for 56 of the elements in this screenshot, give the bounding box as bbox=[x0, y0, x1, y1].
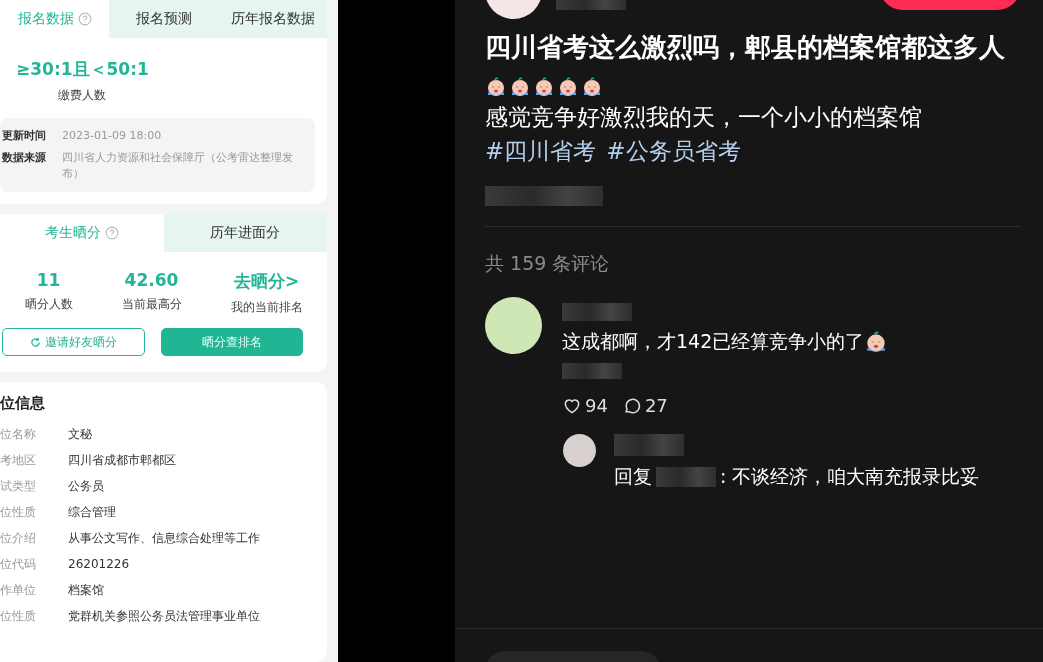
avatar[interactable] bbox=[563, 434, 596, 467]
crying-face-icon bbox=[509, 76, 531, 98]
field-label: 位代码 bbox=[0, 556, 37, 573]
stat-label: 缴费人数 bbox=[58, 87, 107, 104]
avatar[interactable] bbox=[485, 297, 542, 354]
stat-value: 11 bbox=[36, 270, 61, 290]
hashtag-link[interactable]: #四川省考 bbox=[485, 134, 597, 168]
like-button[interactable]: 94 bbox=[562, 395, 608, 416]
stat-label: 晒分人数 bbox=[24, 296, 73, 313]
field-label: 位名称 bbox=[0, 426, 37, 443]
field-value: 四川省成都市郫都区 bbox=[68, 452, 176, 469]
comment-text: 这成都啊，才142已经算竞争小的了 bbox=[562, 329, 889, 355]
reply-text: 回复 : 不谈经济，咱大南充报录比妥 bbox=[614, 464, 980, 489]
stat-value: 42.60 bbox=[124, 270, 179, 290]
field-label: 位性质 bbox=[0, 608, 37, 625]
crying-face-icon bbox=[581, 76, 603, 98]
field-label: 位介绍 bbox=[0, 530, 37, 547]
field-value: 26201226 bbox=[68, 556, 130, 573]
tab[interactable]: 历年进面分 bbox=[163, 214, 327, 252]
stat-value: 去晒分> bbox=[233, 270, 300, 293]
comment-count: 共 159 条评论 bbox=[485, 251, 611, 276]
post-text: 感觉竞争好激烈我的天，一个小小的档案馆 bbox=[485, 103, 923, 132]
tab[interactable]: 报名预测 bbox=[109, 0, 218, 38]
stat-label: 我的当前排名 bbox=[230, 299, 303, 316]
post-title: 四川省考这么激烈吗，郫县的档案馆都这多人 bbox=[485, 31, 1006, 64]
hashtag-link[interactable]: #公务员省考 bbox=[606, 134, 741, 168]
info-value: 2023-01-09 18:00 bbox=[62, 128, 162, 144]
info-label: 数据来源 bbox=[2, 150, 46, 166]
crying-face-icon bbox=[485, 76, 507, 98]
blurred-name bbox=[656, 467, 716, 487]
help-icon bbox=[77, 12, 92, 26]
field-label: 位性质 bbox=[0, 504, 37, 521]
reply-button[interactable]: 27 bbox=[621, 395, 668, 416]
field-label: 考地区 bbox=[0, 452, 37, 469]
blurred-name bbox=[556, 0, 626, 10]
field-value: 党群机关参照公务员法管理事业单位 bbox=[68, 608, 260, 625]
field-value: 综合管理 bbox=[68, 504, 116, 521]
field-value: 文秘 bbox=[68, 426, 92, 443]
info-value: 四川省人力资源和社会保障厅（公考雷达整理发布） bbox=[62, 150, 294, 182]
tab[interactable]: 历年报名数据 bbox=[218, 0, 327, 38]
field-label: 试类型 bbox=[0, 478, 37, 495]
help-icon bbox=[104, 226, 119, 240]
crying-face-icon bbox=[533, 76, 555, 98]
field-value: 档案馆 bbox=[68, 582, 104, 599]
field-value: 从事公文写作、信息综合处理等工作 bbox=[68, 530, 260, 547]
blurred-date bbox=[562, 363, 622, 379]
info-label: 更新时间 bbox=[2, 128, 46, 144]
blurred-name bbox=[614, 434, 684, 456]
refresh-icon bbox=[29, 336, 41, 348]
stat-value: ≥30:1且＜50:1 bbox=[16, 58, 149, 81]
section-title: 位信息 bbox=[0, 393, 46, 414]
field-label: 作单位 bbox=[0, 582, 37, 599]
crying-face-icon bbox=[557, 76, 579, 98]
blurred-name bbox=[562, 303, 632, 321]
stat-label: 当前最高分 bbox=[121, 296, 182, 313]
field-value: 公务员 bbox=[68, 478, 104, 495]
